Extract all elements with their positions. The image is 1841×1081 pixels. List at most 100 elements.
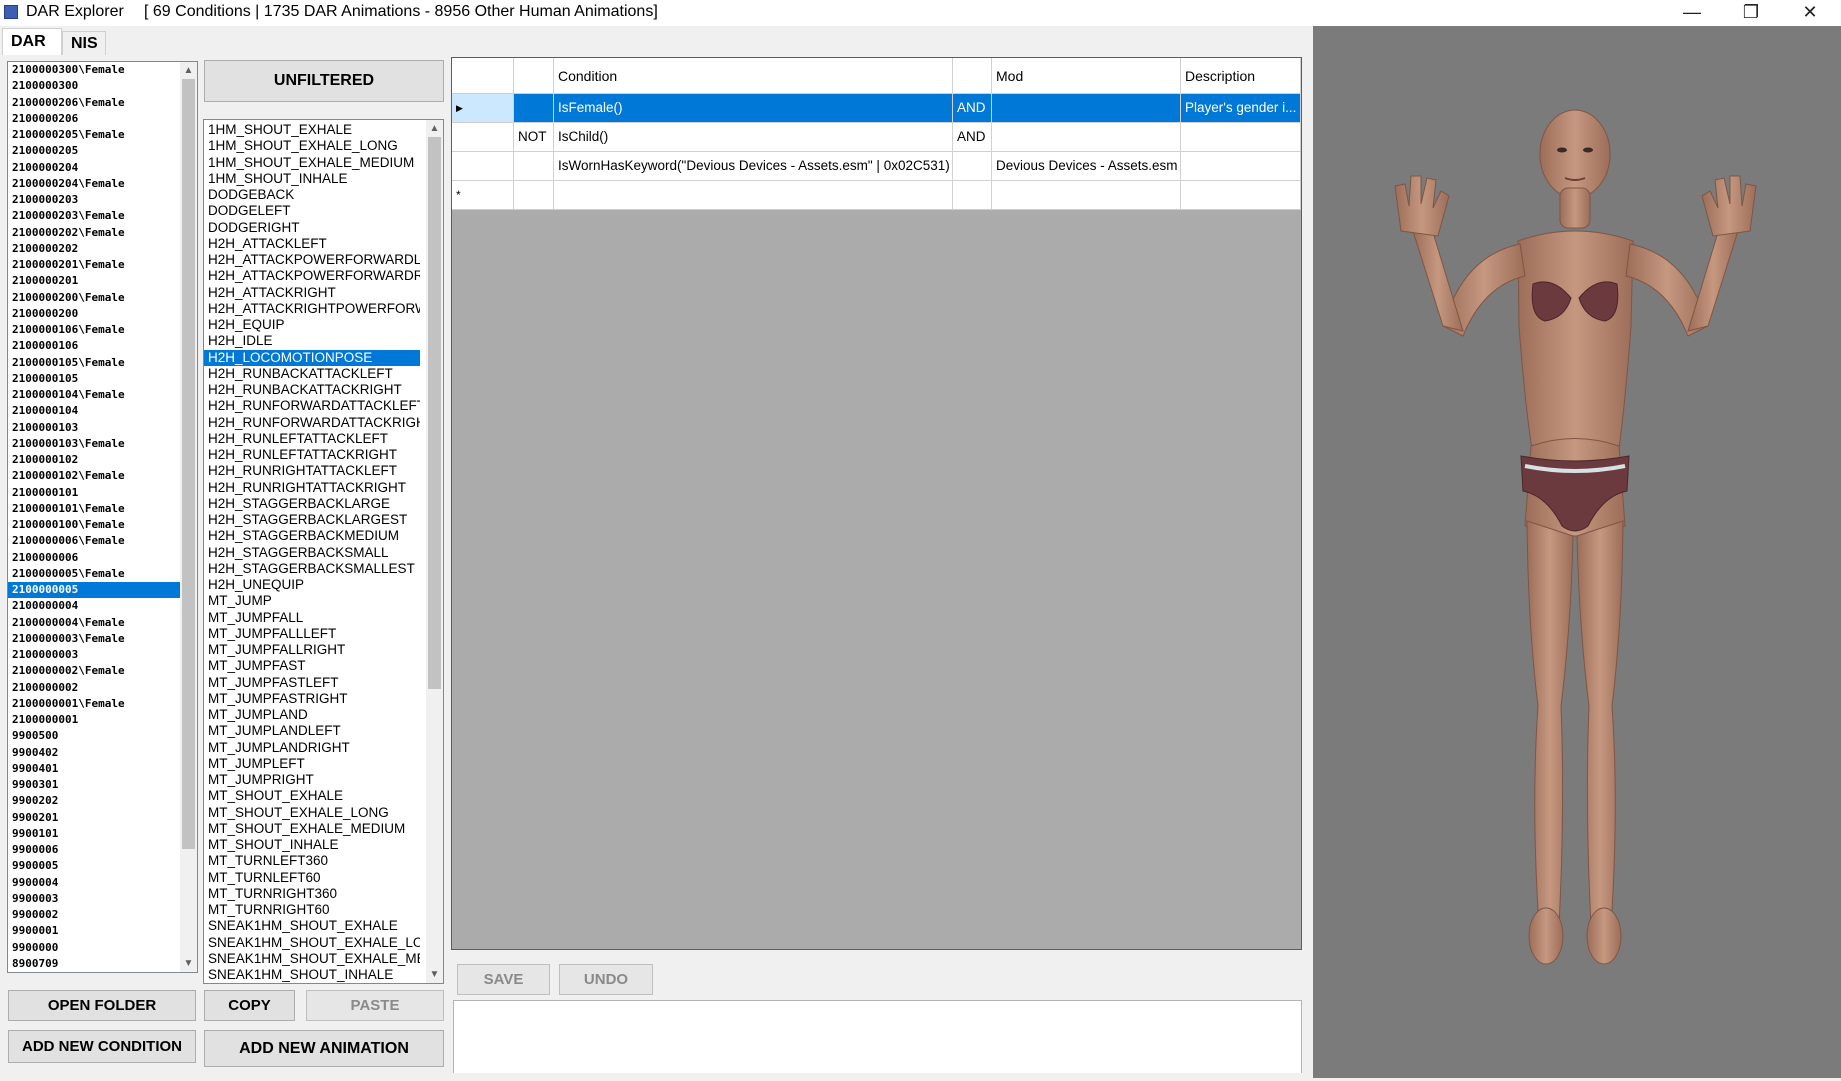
animation-list-item[interactable]: MT_JUMPLAND — [204, 707, 420, 723]
header-mod[interactable]: Mod — [992, 58, 1181, 94]
folder-list-item[interactable]: 2100000202\Female — [8, 225, 197, 241]
animation-preview-viewport[interactable] — [1313, 26, 1841, 1078]
cell-description[interactable]: Player's gender i... — [1181, 94, 1301, 123]
animation-list-item[interactable]: 1HM_SHOUT_EXHALE_MEDIUM — [204, 155, 420, 171]
animation-list-item[interactable]: H2H_STAGGERBACKMEDIUM — [204, 528, 420, 544]
animation-list-item[interactable]: H2H_STAGGERBACKSMALL — [204, 545, 420, 561]
animation-list-item[interactable]: H2H_RUNRIGHTATTACKLEFT — [204, 463, 420, 479]
tab-nis[interactable]: NIS — [62, 31, 106, 55]
undo-button[interactable]: UNDO — [559, 964, 653, 995]
animation-list-item[interactable]: H2H_ATTACKPOWERFORWARDLEF — [204, 252, 420, 268]
folder-list-item[interactable]: 2100000201 — [8, 273, 197, 289]
scroll-up-icon[interactable]: ▲ — [180, 62, 197, 79]
paste-button[interactable]: PASTE — [306, 990, 444, 1021]
folder-list-item[interactable]: 2100000001 — [8, 712, 197, 728]
animation-list-item[interactable]: MT_TURNLEFT60 — [204, 870, 420, 886]
animation-list-item[interactable]: H2H_ATTACKRIGHT — [204, 285, 420, 301]
folder-list-item[interactable]: 2100000002 — [8, 680, 197, 696]
cell-operator[interactable]: AND — [953, 94, 992, 123]
animation-list-item[interactable]: H2H_EQUIP — [204, 317, 420, 333]
folder-list-item[interactable]: 9900002 — [8, 907, 197, 923]
folder-list-item[interactable]: 2100000106 — [8, 338, 197, 354]
cell-condition[interactable] — [554, 181, 953, 210]
animation-list-item[interactable]: MT_SHOUT_INHALE — [204, 837, 420, 853]
animation-list-item[interactable]: MT_JUMPFALL — [204, 610, 420, 626]
animation-list-item[interactable]: H2H_RUNRIGHTATTACKRIGHT — [204, 480, 420, 496]
folder-list-item[interactable]: 2100000200\Female — [8, 290, 197, 306]
cell-not[interactable]: NOT — [514, 123, 554, 152]
animation-list-item[interactable]: DODGERIGHT — [204, 220, 420, 236]
animation-list-item[interactable]: MT_SHOUT_EXHALE_LONG — [204, 805, 420, 821]
folder-list-item[interactable]: 2100000105\Female — [8, 355, 197, 371]
animation-list-item[interactable]: MT_SHOUT_EXHALE — [204, 788, 420, 804]
animation-list-item[interactable]: MT_JUMP — [204, 593, 420, 609]
folder-list-item[interactable]: 9900001 — [8, 923, 197, 939]
folder-list-item[interactable]: 2100000101\Female — [8, 501, 197, 517]
folder-list-item[interactable]: 2100000205\Female — [8, 127, 197, 143]
folder-list-item[interactable]: 2100000201\Female — [8, 257, 197, 273]
animation-list-item[interactable]: MT_JUMPFAST — [204, 658, 420, 674]
animation-list-item[interactable]: MT_TURNRIGHT360 — [204, 886, 420, 902]
add-new-condition-button[interactable]: ADD NEW CONDITION — [8, 1030, 196, 1063]
folder-list-item[interactable]: 2100000004\Female — [8, 615, 197, 631]
folder-list-item[interactable]: 8900709 — [8, 956, 197, 972]
folder-list-item[interactable]: 2100000204 — [8, 160, 197, 176]
cell-description[interactable] — [1181, 123, 1301, 152]
cell-operator[interactable] — [953, 152, 992, 181]
folder-list-item[interactable]: 2100000204\Female — [8, 176, 197, 192]
animation-list-item[interactable]: SNEAK1HM_SHOUT_EXHALE — [204, 918, 420, 934]
folder-list-item[interactable]: 2100000203\Female — [8, 208, 197, 224]
folder-list-item[interactable]: 2100000300 — [8, 78, 197, 94]
folder-list-item[interactable]: 2100000100\Female — [8, 517, 197, 533]
animation-list-item[interactable]: 1HM_SHOUT_INHALE — [204, 171, 420, 187]
folder-list-item[interactable]: 2100000200 — [8, 306, 197, 322]
folder-list-item[interactable]: 2100000203 — [8, 192, 197, 208]
folder-list-item[interactable]: 2100000102 — [8, 452, 197, 468]
folder-list-item[interactable]: 2100000105 — [8, 371, 197, 387]
folder-list-item[interactable]: 2100000202 — [8, 241, 197, 257]
cell-mod[interactable] — [992, 94, 1181, 123]
header-condition[interactable]: Condition — [554, 58, 953, 94]
folder-list-item[interactable]: 9900005 — [8, 858, 197, 874]
animation-list-item[interactable]: H2H_RUNBACKATTACKRIGHT — [204, 382, 420, 398]
cell-not[interactable] — [514, 181, 554, 210]
row-header[interactable] — [452, 123, 514, 152]
folder-list-item[interactable]: 2100000003 — [8, 647, 197, 663]
grid-row[interactable]: IsWornHasKeyword("Devious Devices - Asse… — [452, 152, 1301, 181]
cell-mod[interactable] — [992, 181, 1181, 210]
animation-list-item[interactable]: H2H_UNEQUIP — [204, 577, 420, 593]
folder-list-item[interactable]: 2100000103\Female — [8, 436, 197, 452]
copy-button[interactable]: COPY — [204, 990, 295, 1021]
save-button[interactable]: SAVE — [457, 964, 550, 995]
conditions-grid[interactable]: Condition Mod Description ▶ IsFemale() A… — [451, 57, 1302, 950]
cell-condition[interactable]: IsWornHasKeyword("Devious Devices - Asse… — [554, 152, 953, 181]
animation-list-item[interactable]: H2H_RUNBACKATTACKLEFT — [204, 366, 420, 382]
cell-mod[interactable]: Devious Devices - Assets.esm — [992, 152, 1181, 181]
animation-list-item[interactable]: DODGEBACK — [204, 187, 420, 203]
animation-list-item[interactable]: MT_JUMPRIGHT — [204, 772, 420, 788]
animation-list-item[interactable]: H2H_STAGGERBACKLARGE — [204, 496, 420, 512]
animation-list-item[interactable]: DODGELEFT — [204, 203, 420, 219]
folder-list-item[interactable]: 2100000004 — [8, 598, 197, 614]
animation-list-item[interactable]: 1HM_SHOUT_EXHALE_LONG — [204, 138, 420, 154]
cell-operator[interactable] — [953, 181, 992, 210]
cell-description[interactable] — [1181, 181, 1301, 210]
animation-list-item[interactable]: MT_JUMPLEFT — [204, 756, 420, 772]
animation-list-scrollbar[interactable]: ▲ ▼ — [426, 120, 443, 983]
notes-textarea[interactable] — [453, 1000, 1302, 1076]
scroll-thumb[interactable] — [428, 137, 441, 689]
scroll-thumb[interactable] — [182, 79, 195, 849]
folder-list-item[interactable]: 2100000106\Female — [8, 322, 197, 338]
cell-condition[interactable]: IsFemale() — [554, 94, 953, 123]
animation-list-item[interactable]: H2H_ATTACKLEFT — [204, 236, 420, 252]
animation-list-item[interactable]: SNEAK1HM_SHOUT_EXHALE_LON — [204, 935, 420, 951]
folder-list-item[interactable]: 2100000206 — [8, 111, 197, 127]
animation-list-item[interactable]: H2H_STAGGERBACKLARGEST — [204, 512, 420, 528]
animation-list-item[interactable]: SNEAK1HM_SHOUT_EXHALE_MEI — [204, 951, 420, 967]
scroll-down-icon[interactable]: ▼ — [426, 966, 443, 983]
animation-list-item[interactable]: H2H_RUNFORWARDATTACKLEFT — [204, 398, 420, 414]
cell-condition[interactable]: IsChild() — [554, 123, 953, 152]
animation-list-item[interactable]: MT_SHOUT_EXHALE_MEDIUM — [204, 821, 420, 837]
restore-icon[interactable]: ❐ — [1723, 0, 1779, 26]
animation-list-item[interactable]: H2H_LOCOMOTIONPOSE — [204, 349, 420, 366]
